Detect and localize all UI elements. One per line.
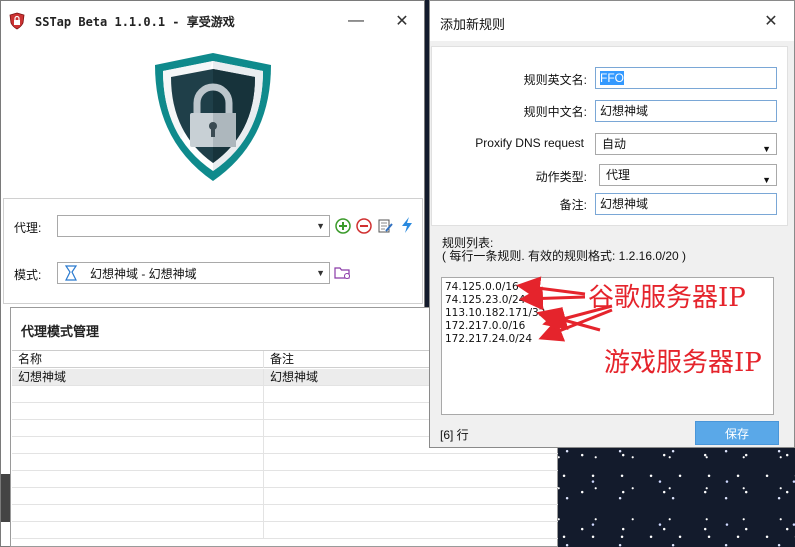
en-name-value: FFO xyxy=(600,71,624,85)
empty-row xyxy=(12,488,558,505)
app-shield-icon xyxy=(9,12,25,30)
en-name-input[interactable]: FFO xyxy=(595,67,777,89)
mode-icon xyxy=(64,265,78,281)
edit-proxy-button[interactable] xyxy=(376,217,393,234)
rule-form: 规则英文名: FFO 规则中文名: 幻想神域 Proxify DNS reque… xyxy=(431,46,788,226)
action-select[interactable]: 代理 ▼ xyxy=(599,164,777,186)
minimize-button[interactable]: — xyxy=(333,1,379,41)
close-button[interactable]: ✕ xyxy=(379,1,425,41)
action-label: 动作类型: xyxy=(535,170,587,184)
rule-line: 113.10.182.171/32 xyxy=(445,307,546,319)
rule-line: 74.125.23.0/24 xyxy=(445,294,526,306)
add-rule-dialog: 添加新规则 ✕ 规则英文名: FFO 规则中文名: 幻想神域 Proxify D… xyxy=(429,0,795,448)
chevron-down-icon: ▼ xyxy=(762,175,771,185)
save-button[interactable]: 保存 xyxy=(695,421,779,445)
rule-line: 172.217.24.0/24 xyxy=(445,333,533,345)
mode-label: 模式: xyxy=(14,268,42,282)
lock-shield-icon xyxy=(155,53,271,181)
empty-row xyxy=(12,522,558,539)
row-name-cell: 幻想神域 xyxy=(12,369,264,386)
empty-row xyxy=(12,471,558,488)
proxy-label: 代理: xyxy=(14,221,42,235)
proxy-select[interactable]: ▼ xyxy=(57,215,330,237)
empty-row xyxy=(12,505,558,522)
rules-hint: ( 每行一条规则. 有效的规则格式: 1.2.16.0/20 ) xyxy=(442,249,687,263)
lightning-icon xyxy=(401,216,412,233)
cn-name-input[interactable]: 幻想神域 xyxy=(595,100,777,122)
en-name-label: 规则英文名: xyxy=(523,73,587,87)
rule-line: 172.217.0.0/16 xyxy=(445,320,526,332)
mode-select[interactable]: 幻想神域 - 幻想神域 ▼ xyxy=(57,262,330,284)
remove-icon xyxy=(355,217,372,234)
action-select-value: 代理 xyxy=(606,168,631,182)
add-icon xyxy=(334,217,351,234)
cn-name-label: 规则中文名: xyxy=(523,105,587,119)
window-edge-strip xyxy=(1,474,10,522)
window-title: SSTap Beta 1.1.0.1 - 享受游戏 xyxy=(35,14,235,29)
note-label: 备注: xyxy=(559,198,587,212)
remove-proxy-button[interactable] xyxy=(355,217,372,234)
chevron-down-icon: ▼ xyxy=(316,268,325,278)
chevron-down-icon: ▼ xyxy=(316,221,325,231)
test-proxy-button[interactable] xyxy=(398,216,415,233)
dns-select-value: 自动 xyxy=(602,137,627,151)
add-proxy-button[interactable] xyxy=(334,217,351,234)
dns-label: Proxify DNS request xyxy=(475,136,584,150)
dialog-title-bar: 添加新规则 ✕ xyxy=(430,1,794,41)
rule-line: 74.125.0.0/16 xyxy=(445,281,519,293)
note-input[interactable]: 幻想神域 xyxy=(595,193,777,215)
google-ip-annotation: 谷歌服务器IP xyxy=(588,283,746,313)
rules-header: 规则列表: ( 每行一条规则. 有效的规则格式: 1.2.16.0/20 ) xyxy=(442,237,686,263)
dialog-title: 添加新规则 xyxy=(440,17,506,32)
mode-manager-title: 代理模式管理 xyxy=(21,324,100,339)
column-header-name[interactable]: 名称 xyxy=(12,351,264,368)
dialog-close-button[interactable]: ✕ xyxy=(748,1,794,41)
line-count: [6] 行 xyxy=(440,428,469,442)
mode-manage-button[interactable] xyxy=(334,264,351,281)
proxy-form-panel: 代理: ▼ 模式: 幻想神域 - 幻想神域 ▼ xyxy=(3,198,423,304)
empty-row xyxy=(12,454,558,471)
game-ip-annotation: 游戏服务器IP xyxy=(604,348,762,378)
edit-icon xyxy=(378,219,393,232)
folder-icon xyxy=(334,267,350,279)
chevron-down-icon: ▼ xyxy=(762,144,771,154)
mode-select-value: 幻想神域 - 幻想神域 xyxy=(90,266,197,281)
dns-select[interactable]: 自动 ▼ xyxy=(595,133,777,155)
